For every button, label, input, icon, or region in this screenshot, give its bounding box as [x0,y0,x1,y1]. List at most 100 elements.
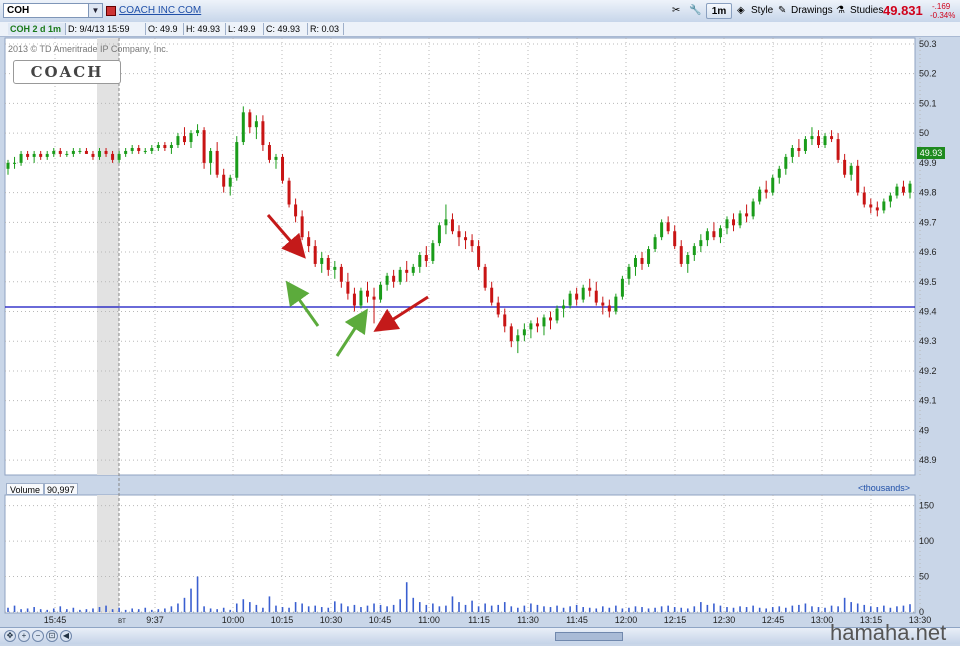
time-tick-label: BT [118,619,126,625]
candle-body [137,147,141,151]
volume-bar [471,600,473,612]
volume-bar [307,606,310,612]
volume-bar [700,602,702,612]
candle-body [124,150,128,154]
candle-body [771,177,775,193]
time-tick-label: 12:00 [615,615,638,625]
price-axis: 50.3 50.2 50.1 50 49.9 49.8 49.7 49.6 49.5 49.4 49… [919,39,937,465]
scroll-left-icon[interactable]: ◀ [60,630,72,642]
candle-body [875,207,879,211]
price-tick-label: 49 [919,425,929,435]
candle-body [196,130,200,134]
candle-body [496,302,500,315]
volume-bar [693,606,696,612]
volume-bar [314,605,317,612]
volume-bar [131,608,133,612]
volume-bar [477,606,480,612]
time-tick-label: 10:30 [320,615,343,625]
volume-bar [876,607,879,612]
candle-body [816,136,820,146]
time-tick-label: 9:37 [146,615,164,625]
volume-bar [830,605,833,612]
candle-body [509,326,513,342]
zoom-in-icon[interactable]: + [18,630,30,642]
volume-bar [366,605,369,612]
volume-bar [432,603,434,612]
time-tick-label: 11:15 [468,615,490,625]
volume-bar [46,609,49,612]
price-tick-label: 50.2 [919,69,937,79]
volume-bar [177,603,179,612]
volume-bar [52,608,55,612]
candle-body [267,145,271,160]
volume-bar [334,601,336,612]
candle-body [78,150,82,152]
candle-body [84,150,88,154]
volume-bar [647,608,650,612]
candle-body [908,183,912,193]
candle-body [104,150,108,154]
volume-bar [13,605,16,612]
volume-bar [98,607,101,612]
candle-body [653,237,657,250]
candle-body [549,317,553,321]
volume-bar [824,607,826,612]
timeline-scroll-thumb[interactable] [555,632,623,641]
candle-body [111,153,115,160]
zoom-out-icon[interactable]: − [32,630,44,642]
volume-bar [105,605,107,612]
price-tick-label: 49.5 [919,277,937,287]
candle-body [640,257,644,264]
volume-bar [412,597,415,612]
candle-body [313,246,317,264]
volume-bar [530,603,532,612]
volume-panel [4,494,916,614]
zoom-fit-icon[interactable]: ⊡ [46,630,58,642]
volume-bar [850,602,852,612]
price-chart[interactable]: 50.3 50.2 50.1 50 49.9 49.8 49.7 49.6 49.5 49.4 49… [0,0,960,643]
time-tick-label: 12:15 [664,615,687,625]
volume-bar [399,599,401,612]
price-tick-label: 49.6 [919,247,937,257]
volume-bar [497,604,500,612]
volume-bar [889,607,892,612]
volume-bar [615,605,617,612]
candle-body [888,195,892,202]
candle-body [359,290,363,306]
volume-bar [680,607,683,612]
volume-bar [255,604,258,612]
candle-body [660,222,664,238]
volume-bar [484,603,486,612]
candle-body [228,177,232,187]
volume-bar [896,606,898,612]
candle-body [803,139,807,151]
volume-bar [222,607,225,612]
volume-bar [523,605,526,612]
pan-icon[interactable]: ✥ [4,630,16,642]
watermark-text: hamaha.net [830,620,947,645]
candle-body [712,231,716,238]
candle-body [503,314,507,327]
candle-body [562,305,566,309]
copyright-text: 2013 © TD Ameritrade IP Company, Inc. [8,44,169,54]
candle-body [202,130,206,163]
volume-bar [883,605,885,612]
volume-bar [288,607,290,612]
volume-bar [582,607,584,612]
candle-body [6,162,10,169]
candle-body [522,329,526,336]
candle-body [843,159,847,175]
candle-body [372,296,376,300]
volume-bar [392,604,395,612]
volume-bar [660,606,663,612]
volume-bar [726,607,728,612]
volume-bar [817,607,820,612]
time-tick-label: 12:30 [713,615,736,625]
volume-bar [785,607,787,612]
time-axis: 15:45 BT 9:37 10:00 10:15 10:30 10:45 11:00 11:1… [44,615,932,625]
time-tick-label: 11:00 [418,615,440,625]
volume-bar [902,605,905,612]
volume-bar [347,606,349,612]
price-tick-label: 49.4 [919,306,937,316]
volume-bar [863,604,866,612]
